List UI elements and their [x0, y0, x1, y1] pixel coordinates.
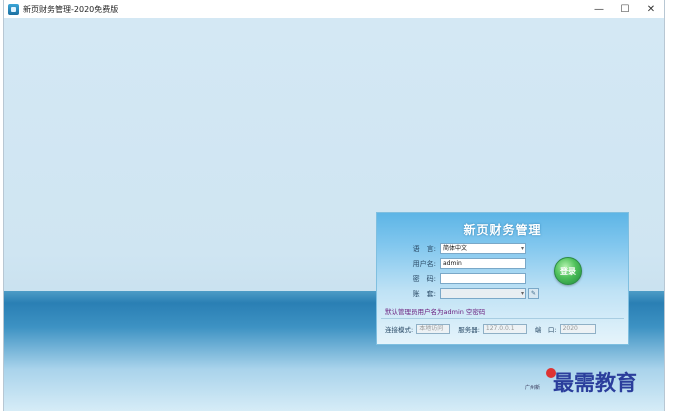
divider: [381, 318, 624, 319]
footer-company-text: 广州新: [525, 385, 541, 391]
close-button[interactable]: ✕: [638, 0, 664, 18]
password-label: 密 码:: [412, 274, 436, 283]
maximize-button[interactable]: ☐: [612, 0, 638, 18]
settings-icon: ✎: [530, 290, 537, 297]
account-row: 账 套: ▾ ✎: [381, 288, 539, 299]
username-row: 用户名: admin: [381, 258, 526, 269]
account-settings-button[interactable]: ✎: [528, 288, 539, 299]
server-field[interactable]: 127.0.0.1: [482, 324, 527, 334]
mode-label: 连接模式:: [385, 326, 414, 334]
minimize-button[interactable]: —: [586, 0, 612, 18]
connection-row: 连接模式: 本地访问 服务器: 127.0.0.1 端 口: 2020: [385, 324, 604, 334]
port-field[interactable]: 2020: [559, 324, 596, 334]
login-button[interactable]: 登录: [554, 257, 582, 285]
watermark-text: 最需教育: [553, 370, 637, 395]
account-label: 账 套:: [412, 289, 436, 298]
login-hint: 默认管理员用户名为admin 空密码: [385, 308, 486, 316]
language-select[interactable]: 简体中文 ▾: [440, 243, 526, 254]
port-label: 端 口:: [534, 326, 557, 334]
maximize-icon: ☐: [620, 3, 630, 15]
client-area: 新页财务管理 语 言: 简体中文 ▾ 用户名: admin 密 码: 账 套:: [4, 18, 664, 411]
language-label: 语 言:: [412, 244, 436, 253]
server-label: 服务器:: [458, 326, 480, 334]
mode-select[interactable]: 本地访问: [416, 324, 451, 334]
username-field[interactable]: admin: [440, 258, 526, 269]
password-row: 密 码:: [381, 273, 526, 284]
dropdown-icon: ▾: [520, 290, 524, 297]
login-panel: 新页财务管理 语 言: 简体中文 ▾ 用户名: admin 密 码: 账 套:: [376, 212, 629, 345]
language-value: 简体中文: [443, 245, 468, 252]
dropdown-icon: ▾: [520, 245, 524, 252]
app-window: 新页财务管理-2020免费版 — ☐ ✕ 新页财务管理 语 言: 简体中文 ▾ …: [3, 0, 665, 411]
close-icon: ✕: [646, 3, 656, 15]
account-select[interactable]: ▾: [440, 288, 526, 299]
window-title: 新页财务管理-2020免费版: [23, 4, 119, 14]
title-bar: 新页财务管理-2020免费版 — ☐ ✕: [4, 0, 664, 19]
minimize-icon: —: [594, 3, 604, 15]
password-field[interactable]: [440, 273, 526, 284]
username-label: 用户名:: [412, 259, 436, 268]
language-row: 语 言: 简体中文 ▾: [381, 243, 526, 254]
login-title: 新页财务管理: [463, 223, 542, 237]
app-icon: [8, 3, 19, 15]
